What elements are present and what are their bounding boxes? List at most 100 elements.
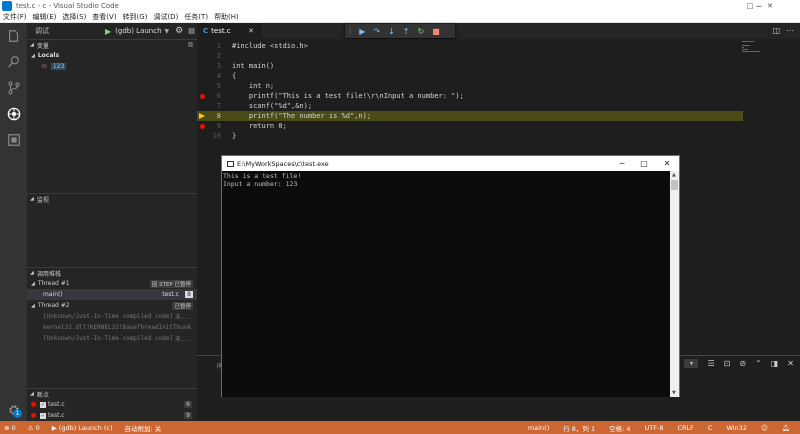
callstack-section-header[interactable]: ◢ 调用堆栈 [27,267,197,278]
code-line[interactable]: 1 #include <stdio.h> [197,41,757,51]
console-close-button[interactable]: ✕ [655,156,679,171]
split-editor-icon[interactable]: ◫ [772,26,780,35]
warnings-indicator[interactable]: ⚠ 0 [28,424,46,432]
platform-status[interactable]: Win32 [726,424,746,432]
minimap[interactable] [742,41,762,61]
debug-launch-indicator[interactable]: ▶ (gdb) Launch (c) [52,424,119,432]
menu-edit[interactable]: 编辑(E) [30,12,60,22]
stack-frame-row[interactable]: main() test.c 8 [27,289,197,300]
drag-handle-icon[interactable]: ⁞ [349,27,351,35]
checkbox-checked-icon[interactable]: ✓ [40,412,46,419]
menu-goto[interactable]: 转到(G) [120,12,151,22]
scroll-down-icon[interactable]: ▼ [672,390,676,396]
menu-file[interactable]: 文件(F) [0,12,30,22]
code-line[interactable]: 2 [197,51,757,61]
breakpoint-icon[interactable] [200,94,205,99]
console-maximize-button[interactable]: □ [632,156,656,171]
gear-icon[interactable]: ⚙ [175,26,183,36]
editor-tab-bar: C test.c ✕ ◫ ⋯ [197,23,800,39]
menu-debug[interactable]: 调试(D) [150,12,181,22]
close-window-button[interactable]: ✕ [760,0,780,12]
breakpoints-section-header[interactable]: ◢ 断点 [27,388,197,399]
start-debugging-icon[interactable]: ▶ [105,27,111,36]
collapse-all-icon[interactable]: ⧉ [188,41,193,50]
current-execution-line[interactable]: 8 printf("The number is %d",n); [197,111,743,121]
explorer-icon[interactable] [5,27,22,44]
breakpoint-icon[interactable] [200,124,205,129]
current-function-status[interactable]: main() [528,424,549,432]
clear-icon[interactable]: ⊘ [739,359,746,368]
step-out-icon[interactable]: ↑ [403,27,410,36]
lock-icon[interactable]: ⊡ [724,359,731,368]
code-line[interactable]: 7 scanf("%d",&n); [197,101,757,111]
source-control-icon[interactable] [5,79,22,96]
console-minimize-button[interactable]: ─ [610,156,634,171]
chevron-down-icon[interactable]: ▼ [165,28,170,35]
stack-frame-row[interactable]: [Unknown/Just-In-Time compiled code] 未..… [27,311,197,322]
debug-console-icon[interactable]: ▤ [188,27,195,35]
console-scrollbar[interactable]: ▲ ▼ [670,171,679,397]
menu-tasks[interactable]: 任务(T) [181,12,211,22]
step-over-icon[interactable]: ↷ [373,27,380,36]
code-line[interactable]: 9 return 0; [197,121,757,131]
feedback-icon[interactable]: ☺ [761,424,768,432]
panel-dropdown[interactable]: ▾ [684,359,699,368]
stack-frame-row[interactable]: kernel32.dll!KERNEL32!BaseThreadInitThun… [27,322,197,333]
errors-indicator[interactable]: ⊗ 0 [4,424,22,432]
frame-file: test.c [162,291,179,298]
filter-list-icon[interactable]: ☰ [707,359,714,368]
restart-icon[interactable]: ↻ [418,27,425,36]
locals-scope[interactable]: ◢ Locals [27,50,197,61]
close-panel-icon[interactable]: ✕ [787,359,794,368]
breakpoint-item[interactable]: ✓ test.c 9 [27,410,197,421]
expanded-triangle-icon: ◢ [31,280,35,287]
maximize-button[interactable]: □ [740,0,760,12]
code-line[interactable]: 6 printf("This is a test file!\r\nInput … [197,91,757,101]
continue-icon[interactable]: ▶ [359,27,365,36]
variables-section-header[interactable]: ◢ 变量 ⧉ [27,39,197,50]
extensions-icon[interactable] [5,131,22,148]
menu-help[interactable]: 帮助(H) [211,12,242,22]
watch-section-header[interactable]: ◢ 监视 [27,193,197,204]
cursor-position[interactable]: 行 8，列 1 [563,423,595,433]
line-number: 5 [216,82,221,90]
tab-test-c[interactable]: C test.c ✕ [197,23,262,39]
encoding-status[interactable]: UTF-8 [645,424,664,432]
maximize-panel-icon[interactable]: ◨ [771,359,779,368]
manage-gear-icon[interactable]: 1 [5,401,22,418]
code-line[interactable]: 4 { [197,71,757,81]
frame-name: kernel32.dll!KERNEL32!BaseThreadInitThun… [43,324,192,331]
code-line[interactable]: 3 int main() [197,61,757,71]
line-code: printf("The number is %d",n); [232,112,372,120]
search-icon[interactable] [5,53,22,70]
variable-row[interactable]: n: 123 [27,61,197,72]
stack-frame-row[interactable]: [Unknown/Just-In-Time compiled code] 未..… [27,333,197,344]
checkbox-checked-icon[interactable]: ✓ [40,401,46,408]
debug-config-select[interactable]: (gdb) Launch [115,27,161,35]
breakpoints-section: ◢ 断点 ✓ test.c 6 ✓ test.c 9 [27,388,197,421]
stop-icon[interactable]: ■ [432,27,440,36]
bell-icon[interactable]: 🔔︎ [782,424,790,432]
scroll-up-icon[interactable]: ▲ [672,172,676,178]
auto-attach-status[interactable]: 自动附加: 关 [125,423,162,433]
code-line[interactable]: 10 } [197,131,757,141]
eol-status[interactable]: CRLF [678,424,694,432]
indentation-status[interactable]: 空格: 4 [609,423,630,433]
thread-row[interactable]: ◢ Thread #1 因 STEP 已暂停 [27,278,197,289]
console-title-bar[interactable]: E:\MyWorkSpaces\c\test.exe ─ □ ✕ [222,156,679,171]
step-into-icon[interactable]: ↓ [388,27,395,36]
scroll-thumb[interactable] [671,180,678,190]
breakpoint-item[interactable]: ✓ test.c 6 [27,399,197,410]
code-line[interactable]: 5 int n; [197,81,757,91]
chevron-up-icon[interactable]: ⌃ [755,359,762,368]
thread-row[interactable]: ◢ Thread #2 已暂停 [27,300,197,311]
variable-value[interactable]: 123 [50,63,67,70]
menu-selection[interactable]: 选择(S) [59,12,89,22]
close-icon[interactable]: ✕ [248,27,254,35]
language-mode[interactable]: C [708,424,713,432]
debug-icon[interactable] [5,105,22,122]
menu-view[interactable]: 查看(V) [89,12,119,22]
more-actions-icon[interactable]: ⋯ [786,26,794,35]
console-output[interactable]: This is a test file! Input a number: 123 [222,171,671,397]
line-number: 2 [216,52,221,60]
